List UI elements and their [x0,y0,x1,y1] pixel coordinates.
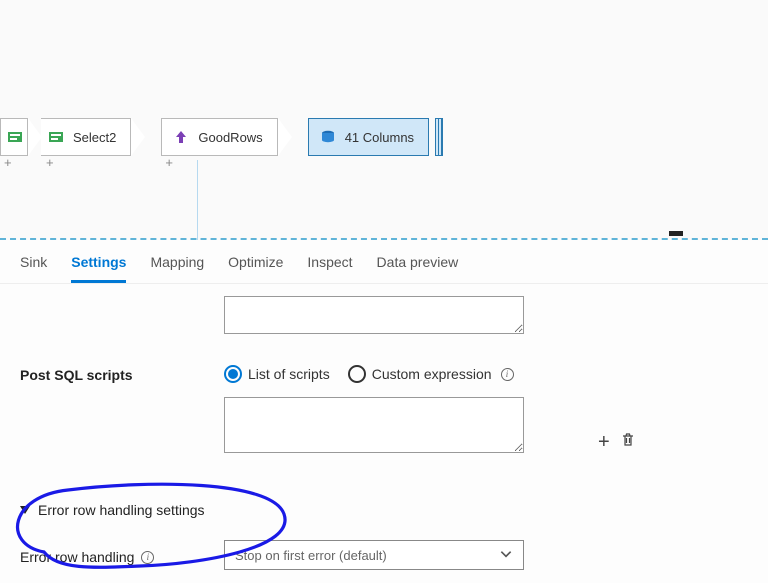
post-sql-row: Post SQL scripts List of scripts Custom … [20,365,748,383]
error-row-handling-label: Error row handling [20,549,134,565]
info-icon[interactable]: i [501,368,514,381]
add-script-button[interactable]: + [598,432,610,452]
flow-node-goodrows[interactable]: GoodRows [161,118,277,156]
radio-indicator [224,365,242,383]
sink-end-cap [435,118,443,156]
delete-script-button[interactable] [620,432,636,452]
flow-node-select2[interactable]: Select2 [41,118,131,156]
post-sql-textarea[interactable] [224,397,524,453]
chevron-down-icon [499,547,513,564]
tab-data-preview[interactable]: Data preview [377,254,459,283]
node-label: Select2 [73,130,116,145]
conditional-split-icon [172,128,190,146]
radio-label: Custom expression [372,366,492,382]
dataflow-canvas[interactable]: + Select2 + GoodRows + [0,0,768,240]
tab-settings[interactable]: Settings [71,254,126,283]
database-sink-icon [319,128,337,146]
error-row-section-toggle[interactable]: Error row handling settings [20,502,748,518]
caret-down-icon [20,506,30,514]
select-icon [7,128,23,146]
radio-indicator [348,365,366,383]
tab-optimize[interactable]: Optimize [228,254,283,283]
add-node-button[interactable]: + [165,155,173,170]
error-row-handling-dropdown[interactable]: Stop on first error (default) [224,540,524,570]
select-icon [47,128,65,146]
flow-node-edge-left[interactable] [0,118,28,156]
radio-label: List of scripts [248,366,330,382]
script-list-actions: + [598,432,636,452]
section-title: Error row handling settings [38,502,205,518]
dropdown-value: Stop on first error (default) [235,548,387,563]
node-label: 41 Columns [345,130,414,145]
add-node-button[interactable]: + [46,155,54,170]
add-node-button[interactable]: + [4,155,12,170]
info-icon[interactable]: i [141,551,154,564]
guide-line [197,160,198,240]
settings-panel: Post SQL scripts List of scripts Custom … [0,284,768,570]
settings-tabs: Sink Settings Mapping Optimize Inspect D… [0,240,768,284]
tab-sink[interactable]: Sink [20,254,47,283]
node-label: GoodRows [198,130,262,145]
radio-list-of-scripts[interactable]: List of scripts [224,365,330,383]
tab-mapping[interactable]: Mapping [150,254,204,283]
radio-custom-expression[interactable]: Custom expression i [348,365,514,383]
flow-node-sink[interactable]: 41 Columns [308,118,429,156]
pre-sql-textarea[interactable] [224,296,524,334]
tab-inspect[interactable]: Inspect [307,254,352,283]
error-row-handling-row: Error row handling i Stop on first error… [20,540,748,570]
flow-nodes-row: + Select2 + GoodRows + [0,118,443,156]
panel-resize-handle[interactable] [669,231,683,236]
post-sql-label: Post SQL scripts [20,365,224,383]
